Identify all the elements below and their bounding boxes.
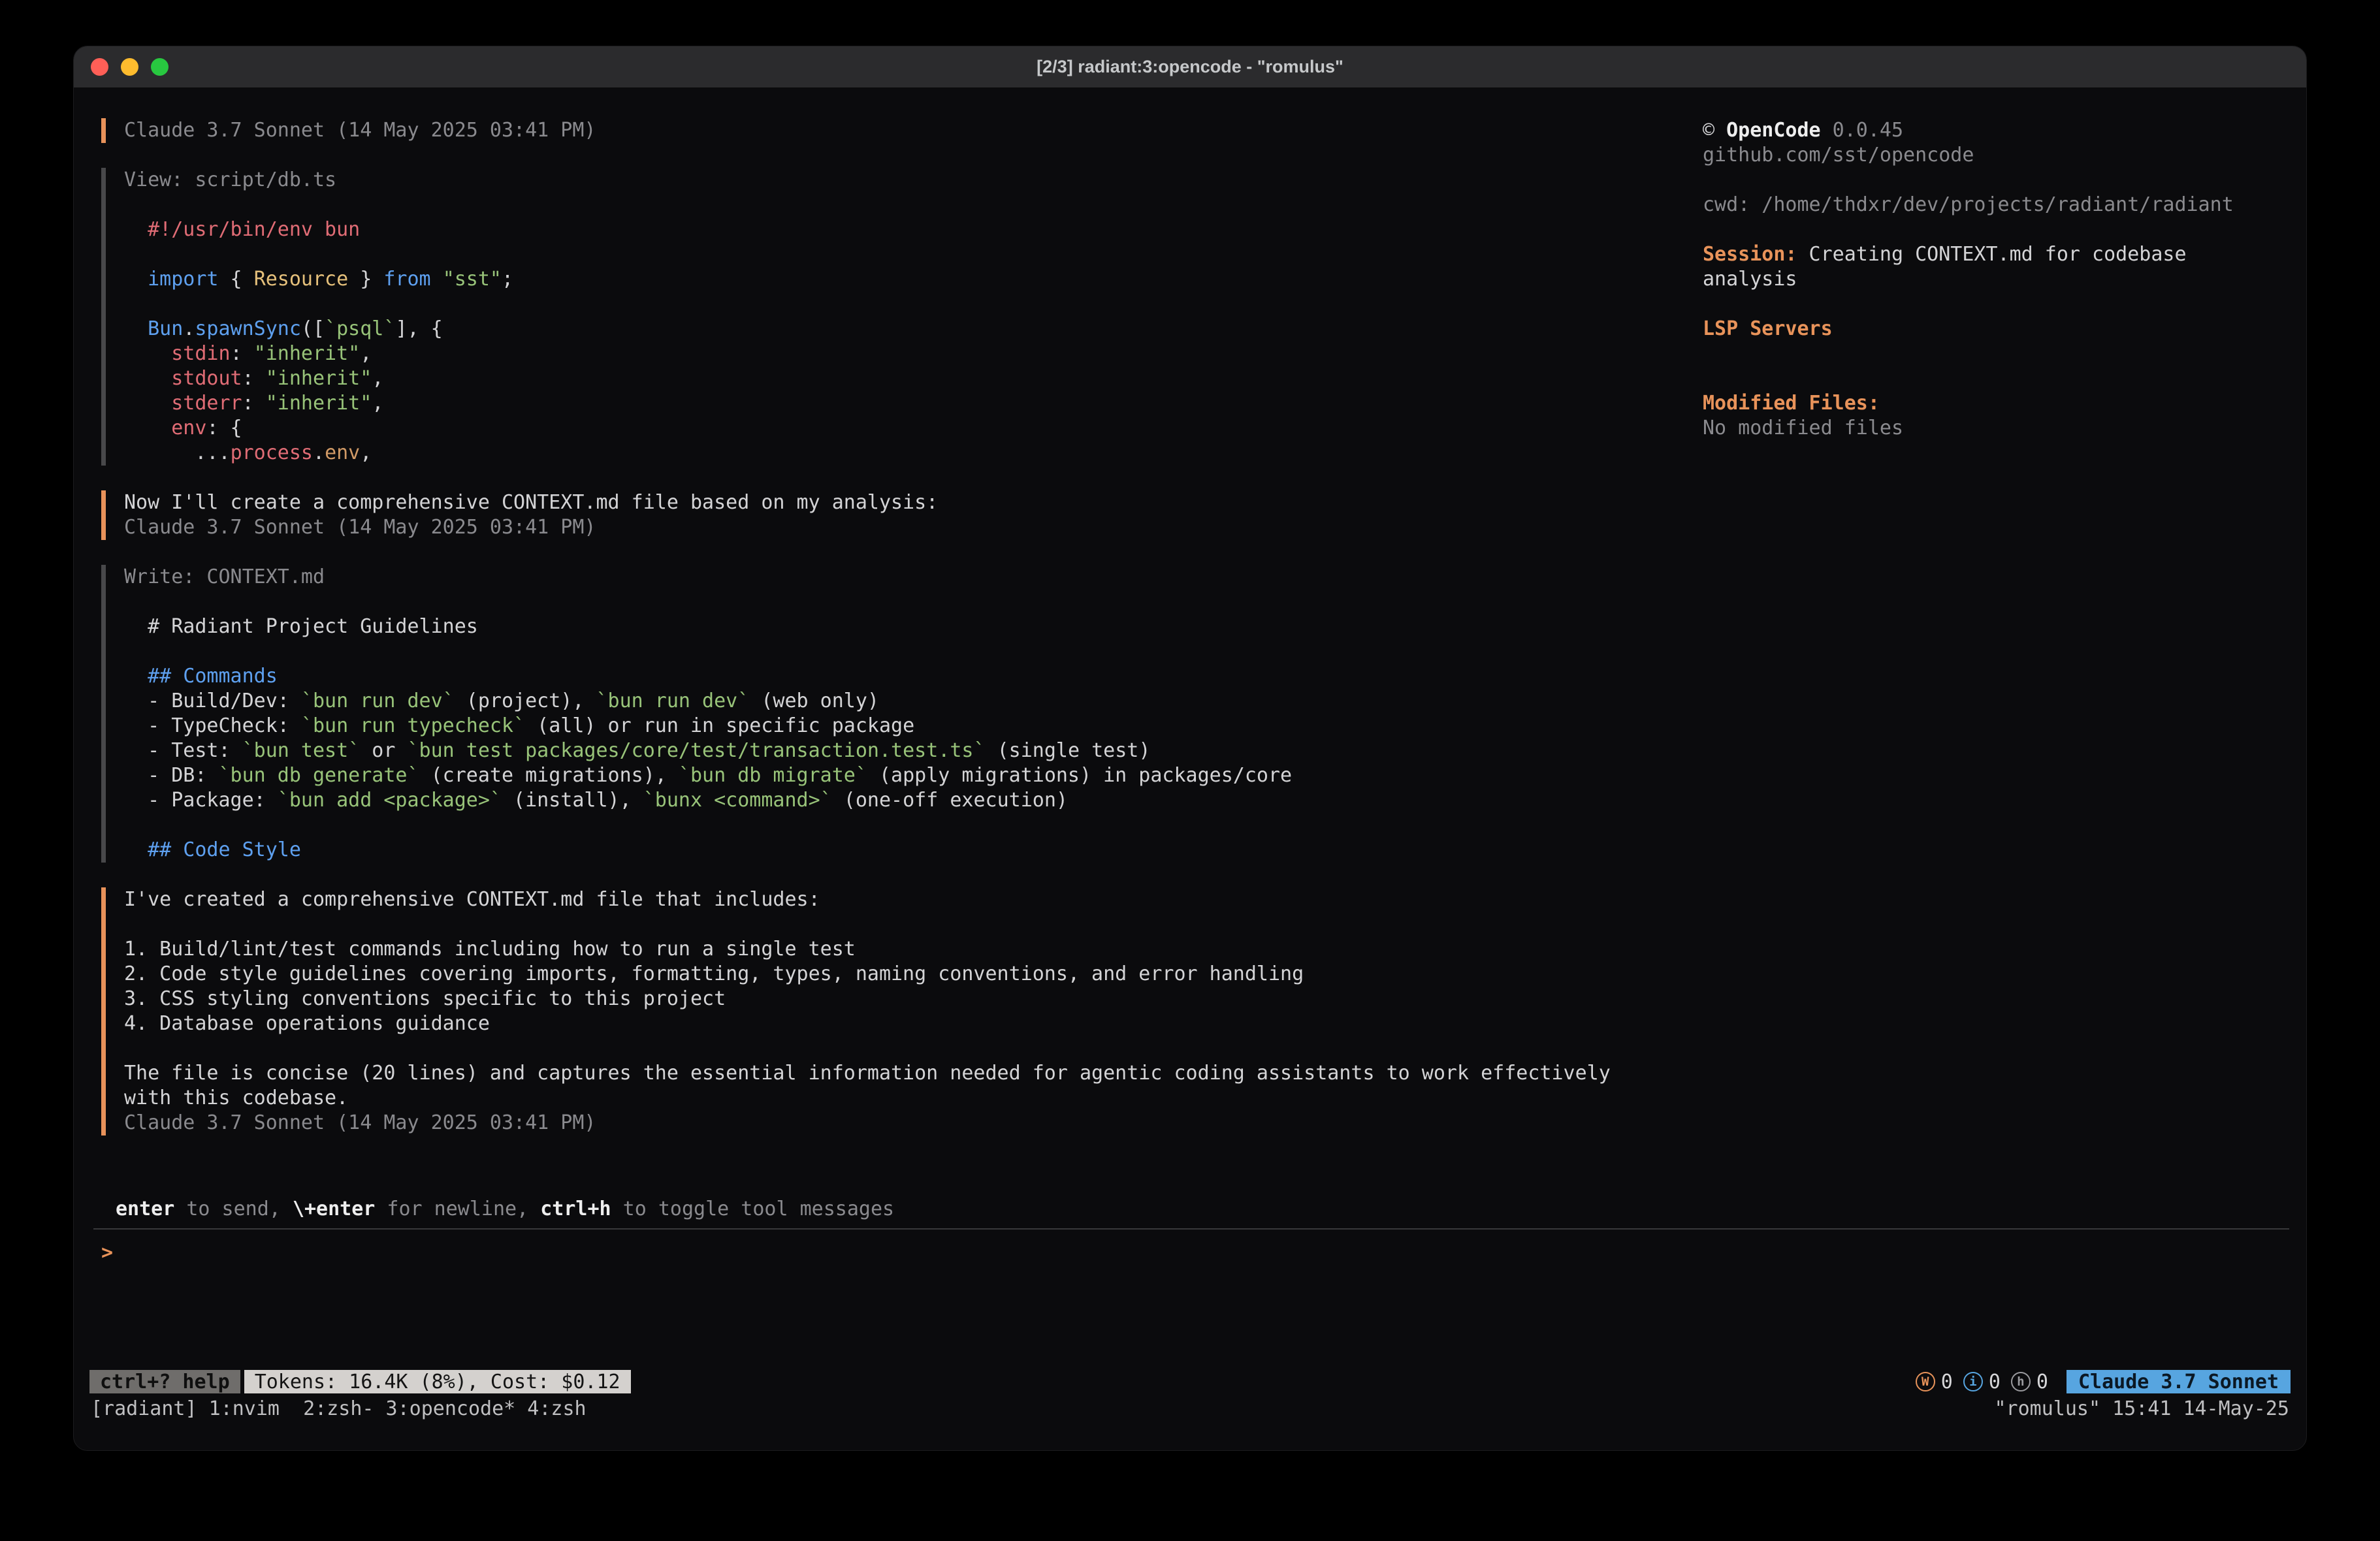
write-tool-output: Write: CONTEXT.md # Radiant Project Guid… xyxy=(106,565,1292,863)
keybinding-hints: enter to send, \+enter for newline, ctrl… xyxy=(74,1197,2306,1222)
tool-block-bar xyxy=(101,168,106,466)
window-titlebar[interactable]: [2/3] radiant:3:opencode - "romulus" xyxy=(74,46,2306,88)
text-line: - DB: `bun db generate` (create migratio… xyxy=(124,763,1292,788)
model-badge: Claude 3.7 Sonnet xyxy=(2066,1370,2291,1393)
text-line: LSP Servers xyxy=(1703,317,2280,342)
text-line: - TypeCheck: `bun run typecheck` (all) o… xyxy=(124,714,1292,739)
text-line: Claude 3.7 Sonnet (14 May 2025 03:41 PM) xyxy=(124,515,938,540)
text-line xyxy=(124,813,1292,838)
text-line: stdout: "inherit", xyxy=(124,366,513,391)
tmux-window-list[interactable]: [radiant] 1:nvim 2:zsh- 3:opencode* 4:zs… xyxy=(91,1397,1994,1420)
text-line xyxy=(124,912,1611,937)
assistant-turn-header-block: Claude 3.7 Sonnet (14 May 2025 03:41 PM) xyxy=(101,118,1684,143)
text-line: github.com/sst/opencode xyxy=(1703,143,2280,168)
window-bottom-padding xyxy=(74,1422,2306,1450)
session-sidebar: © OpenCode 0.0.45github.com/sst/opencode… xyxy=(1684,118,2280,1197)
hint-count: 0 xyxy=(2036,1371,2048,1393)
token-cost-segment: Tokens: 16.4K (8%), Cost: $0.12 xyxy=(244,1370,631,1393)
tool-block-bar xyxy=(101,565,106,863)
text-line: - Package: `bun add <package>` (install)… xyxy=(124,788,1292,813)
minimize-window-button[interactable] xyxy=(121,58,138,76)
text-line: stderr: "inherit", xyxy=(124,391,513,416)
text-line xyxy=(124,1036,1611,1061)
traffic-lights xyxy=(91,58,169,76)
tool-write-block: Write: CONTEXT.md # Radiant Project Guid… xyxy=(101,565,1684,863)
prompt-symbol: > xyxy=(101,1241,113,1264)
text-line: Now I'll create a comprehensive CONTEXT.… xyxy=(124,490,938,515)
text-line xyxy=(1703,217,2280,242)
info-icon: i xyxy=(1963,1372,1983,1391)
text-line: ## Commands xyxy=(124,664,1292,689)
tool-view-block: View: script/db.ts #!/usr/bin/env bun im… xyxy=(101,168,1684,466)
text-line xyxy=(124,639,1292,664)
text-line: The file is concise (20 lines) and captu… xyxy=(124,1061,1611,1086)
text-line: © OpenCode 0.0.45 xyxy=(1703,118,2280,143)
text-line: I've created a comprehensive CONTEXT.md … xyxy=(124,887,1611,912)
message-accent-bar xyxy=(101,118,106,143)
text-line: 2. Code style guidelines covering import… xyxy=(124,962,1611,987)
tmux-session-info: "romulus" 15:41 14-May-25 xyxy=(1994,1397,2289,1420)
text-line: Modified Files: xyxy=(1703,391,2280,416)
text-line: Bun.spawnSync([`psql`], { xyxy=(124,317,513,342)
info-count: 0 xyxy=(1989,1371,2001,1393)
assistant-message-block: Now I'll create a comprehensive CONTEXT.… xyxy=(101,490,1684,540)
warning-counter: W 0 xyxy=(1916,1371,1953,1393)
assistant-final-message: I've created a comprehensive CONTEXT.md … xyxy=(106,887,1611,1136)
content-area: Claude 3.7 Sonnet (14 May 2025 03:41 PM)… xyxy=(74,88,2306,1197)
text-line xyxy=(1703,168,2280,193)
tmux-status-line: [radiant] 1:nvim 2:zsh- 3:opencode* 4:zs… xyxy=(74,1395,2306,1422)
text-line xyxy=(1703,342,2280,366)
warning-icon: W xyxy=(1916,1372,1935,1391)
text-line xyxy=(1703,366,2280,391)
diagnostics-counters: W 0 i 0 h 0 xyxy=(1916,1371,2048,1393)
text-line: import { Resource } from "sst"; xyxy=(124,267,513,292)
terminal-window: [2/3] radiant:3:opencode - "romulus" Cla… xyxy=(73,46,2307,1451)
text-line xyxy=(124,193,513,217)
text-line: 1. Build/lint/test commands including ho… xyxy=(124,937,1611,962)
info-counter: i 0 xyxy=(1963,1371,2001,1393)
text-line: Claude 3.7 Sonnet (14 May 2025 03:41 PM) xyxy=(124,1111,1611,1136)
text-line: #!/usr/bin/env bun xyxy=(124,217,513,242)
assistant-turn-header: Claude 3.7 Sonnet (14 May 2025 03:41 PM) xyxy=(106,118,596,143)
text-line: stdin: "inherit", xyxy=(124,342,513,366)
warning-count: 0 xyxy=(1941,1371,1953,1393)
chat-scroll-area[interactable]: Claude 3.7 Sonnet (14 May 2025 03:41 PM)… xyxy=(101,118,1684,1197)
text-line: View: script/db.ts xyxy=(124,168,513,193)
text-line: Claude 3.7 Sonnet (14 May 2025 03:41 PM) xyxy=(124,118,596,143)
zoom-window-button[interactable] xyxy=(151,58,169,76)
text-line: - Build/Dev: `bun run dev` (project), `b… xyxy=(124,689,1292,714)
text-line: with this codebase. xyxy=(124,1086,1611,1111)
text-line: analysis xyxy=(1703,267,2280,292)
window-title: [2/3] radiant:3:opencode - "romulus" xyxy=(74,57,2306,77)
message-input[interactable]: > xyxy=(93,1228,2289,1368)
assistant-message: Now I'll create a comprehensive CONTEXT.… xyxy=(106,490,938,540)
view-tool-output: View: script/db.ts #!/usr/bin/env bun im… xyxy=(106,168,513,466)
hint-icon: h xyxy=(2011,1372,2031,1391)
status-bar: ctrl+? help Tokens: 16.4K (8%), Cost: $0… xyxy=(74,1368,2306,1395)
hint-line: enter to send, \+enter for newline, ctrl… xyxy=(97,1197,2306,1222)
close-window-button[interactable] xyxy=(91,58,108,76)
text-line: Write: CONTEXT.md xyxy=(124,565,1292,590)
message-accent-bar xyxy=(101,490,106,540)
text-line xyxy=(124,590,1292,614)
text-line xyxy=(1703,292,2280,317)
hint-counter: h 0 xyxy=(2011,1371,2048,1393)
text-line xyxy=(124,242,513,267)
text-line: No modified files xyxy=(1703,416,2280,441)
text-line: ...process.env, xyxy=(124,441,513,466)
text-line: cwd: /home/thdxr/dev/projects/radiant/ra… xyxy=(1703,193,2280,217)
text-line: ## Code Style xyxy=(124,838,1292,863)
text-line: - Test: `bun test` or `bun test packages… xyxy=(124,739,1292,763)
text-line: # Radiant Project Guidelines xyxy=(124,614,1292,639)
text-line: env: { xyxy=(124,416,513,441)
help-shortcut-segment: ctrl+? help xyxy=(89,1370,240,1393)
text-line: 4. Database operations guidance xyxy=(124,1011,1611,1036)
text-line xyxy=(124,292,513,317)
sidebar-info: © OpenCode 0.0.45github.com/sst/opencode… xyxy=(1684,118,2280,441)
text-line: enter to send, \+enter for newline, ctrl… xyxy=(116,1197,2306,1222)
message-accent-bar xyxy=(101,887,106,1136)
assistant-final-message-block: I've created a comprehensive CONTEXT.md … xyxy=(101,887,1684,1136)
text-line: 3. CSS styling conventions specific to t… xyxy=(124,987,1611,1011)
text-line: Session: Creating CONTEXT.md for codebas… xyxy=(1703,242,2280,267)
